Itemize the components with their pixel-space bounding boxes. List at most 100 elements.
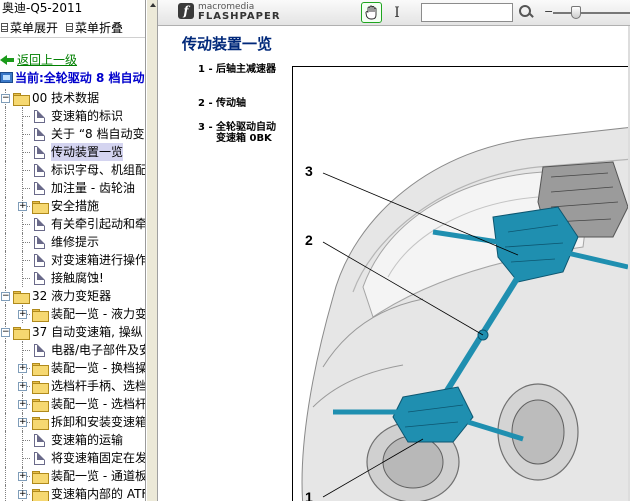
folder-icon bbox=[32, 363, 49, 376]
folder-open-icon bbox=[13, 327, 30, 340]
collapse-node-icon[interactable]: − bbox=[1, 328, 10, 337]
expand-node-icon[interactable]: + bbox=[18, 364, 27, 373]
back-link[interactable]: 返回上一级 bbox=[0, 51, 77, 69]
tree-item[interactable]: 接触腐蚀! bbox=[0, 269, 145, 287]
tree-connector bbox=[5, 215, 6, 233]
brand-bottom: FLASHPAPER bbox=[198, 11, 281, 22]
expand-menu-button[interactable]: 菜单展开 bbox=[1, 19, 58, 36]
tree-connector bbox=[5, 269, 6, 287]
pane-splitter[interactable] bbox=[146, 0, 158, 501]
tree-item-label: 标识字母、机组配 bbox=[51, 163, 146, 177]
tree-item-label: 加注量 - 齿轮油 bbox=[51, 181, 135, 195]
document-icon bbox=[34, 452, 45, 465]
folder-icon bbox=[32, 417, 49, 430]
tree-item-label: 00 技术数据 bbox=[32, 91, 100, 105]
zoom-slider[interactable] bbox=[553, 12, 630, 14]
folder-icon bbox=[32, 201, 49, 214]
folder-icon bbox=[32, 399, 49, 412]
expand-node-icon[interactable]: + bbox=[18, 202, 27, 211]
zoom-slider-thumb[interactable] bbox=[571, 6, 582, 19]
expand-node-icon[interactable]: + bbox=[18, 418, 27, 427]
folder-icon bbox=[32, 309, 49, 322]
document-icon bbox=[34, 164, 45, 177]
expand-node-icon[interactable]: + bbox=[18, 382, 27, 391]
tree-item[interactable]: 有关牵引起动和牵 bbox=[0, 215, 145, 233]
tree-item-label: 37 自动变速箱, 操纵 bbox=[32, 325, 143, 339]
document-icon bbox=[34, 128, 45, 141]
tree-item-label: 变速箱的标识 bbox=[51, 109, 124, 123]
expand-node-icon[interactable]: + bbox=[18, 400, 27, 409]
zoom-out-icon[interactable]: − bbox=[544, 5, 553, 18]
tree-item-label: 关于 “8 档自动变 bbox=[51, 127, 145, 141]
tree-item[interactable]: 维修提示 bbox=[0, 233, 145, 251]
tree-item[interactable]: + 变速箱内部的 ATF bbox=[0, 485, 145, 501]
tree-item-label: 装配一览 - 选档杆 bbox=[51, 397, 146, 411]
tree-connector bbox=[5, 125, 6, 143]
tree-connector bbox=[22, 224, 30, 225]
legend-text: 传动轴 bbox=[216, 98, 246, 109]
expand-node-icon[interactable]: + bbox=[18, 472, 27, 481]
tree-item[interactable]: 对变速箱进行操作 bbox=[0, 251, 145, 269]
tree-item[interactable]: + 装配一览 - 液力变 bbox=[0, 305, 145, 323]
tree-item[interactable]: + 选档杆手柄、选档 bbox=[0, 377, 145, 395]
tree-connector bbox=[5, 143, 6, 161]
computer-icon bbox=[0, 72, 13, 83]
tree-item[interactable]: + 安全措施 bbox=[0, 197, 145, 215]
legend-text: 全轮驱动自动变速箱 0BK bbox=[216, 122, 276, 144]
expand-menu-label: 菜单展开 bbox=[10, 21, 59, 35]
tree-item[interactable]: 加注量 - 齿轮油 bbox=[0, 179, 145, 197]
folder-icon bbox=[32, 489, 49, 501]
tree-item[interactable]: 关于 “8 档自动变 bbox=[0, 125, 145, 143]
document-icon bbox=[34, 146, 45, 159]
tree-item[interactable]: 标识字母、机组配 bbox=[0, 161, 146, 179]
tree-item[interactable]: + 拆卸和安装变速箱 bbox=[0, 413, 145, 431]
tree-item[interactable]: + 装配一览 - 选档杆 bbox=[0, 395, 146, 413]
collapse-node-icon[interactable]: − bbox=[1, 94, 10, 103]
tree-connector bbox=[5, 107, 6, 125]
tree-connector bbox=[22, 458, 30, 459]
tree-connector bbox=[5, 233, 6, 251]
tree-item-label: 变速箱的运输 bbox=[51, 433, 124, 447]
tree-item[interactable]: − 00 技术数据 bbox=[0, 89, 145, 107]
expand-node-icon[interactable]: + bbox=[18, 310, 27, 319]
folder-open-icon bbox=[13, 291, 30, 304]
tree-item[interactable]: − 32 液力变矩器 bbox=[0, 287, 145, 305]
tree-item[interactable]: 变速箱的标识 bbox=[0, 107, 145, 125]
legend-number: 2 - bbox=[198, 98, 213, 109]
tree-connector bbox=[22, 152, 30, 153]
document-icon bbox=[34, 272, 45, 285]
app-title: 奥迪-Q5-2011 bbox=[0, 0, 145, 18]
search-input[interactable] bbox=[421, 3, 513, 22]
tree-connector bbox=[5, 197, 6, 215]
hand-icon bbox=[365, 5, 376, 20]
legend-number: 3 - bbox=[198, 122, 213, 133]
tree-connector bbox=[5, 251, 6, 269]
search-icon[interactable] bbox=[518, 4, 534, 20]
tree-item[interactable]: 传动装置一览 bbox=[0, 143, 145, 161]
legend-item-1: 1 - 后轴主减速器 bbox=[198, 64, 288, 88]
hand-tool-button[interactable] bbox=[361, 2, 382, 23]
tree-item[interactable]: + 装配一览 - 通道板 bbox=[0, 467, 146, 485]
document-icon bbox=[34, 218, 45, 231]
text-select-button[interactable]: I bbox=[391, 4, 403, 22]
legend-item-2: 2 - 传动轴 bbox=[198, 98, 288, 110]
tree-item-label: 接触腐蚀! bbox=[51, 271, 104, 285]
list-icon bbox=[1, 23, 8, 32]
document-icon bbox=[34, 254, 45, 267]
tree-item[interactable]: + 装配一览 - 换档操 bbox=[0, 359, 145, 377]
tree-item[interactable]: 将变速箱固定在发 bbox=[0, 449, 145, 467]
tree-item[interactable]: 电器/电子部件及安 bbox=[0, 341, 145, 359]
tree-connector bbox=[5, 161, 6, 179]
collapse-node-icon[interactable]: − bbox=[1, 292, 10, 301]
tree-item-label: 装配一览 - 通道板 bbox=[51, 469, 146, 483]
tree-item[interactable]: − 37 自动变速箱, 操纵 bbox=[0, 323, 145, 341]
tree-item-label: 32 液力变矩器 bbox=[32, 289, 112, 303]
scroll-up-icon[interactable] bbox=[150, 3, 156, 7]
collapse-menu-button[interactable]: 菜单折叠 bbox=[66, 19, 123, 36]
tree-connector bbox=[22, 116, 30, 117]
tree-item-label: 传动装置一览 bbox=[51, 143, 124, 161]
expand-node-icon[interactable]: + bbox=[18, 490, 27, 499]
tree-connector bbox=[22, 350, 30, 351]
tree-connector bbox=[5, 485, 6, 501]
tree-item[interactable]: 变速箱的运输 bbox=[0, 431, 145, 449]
